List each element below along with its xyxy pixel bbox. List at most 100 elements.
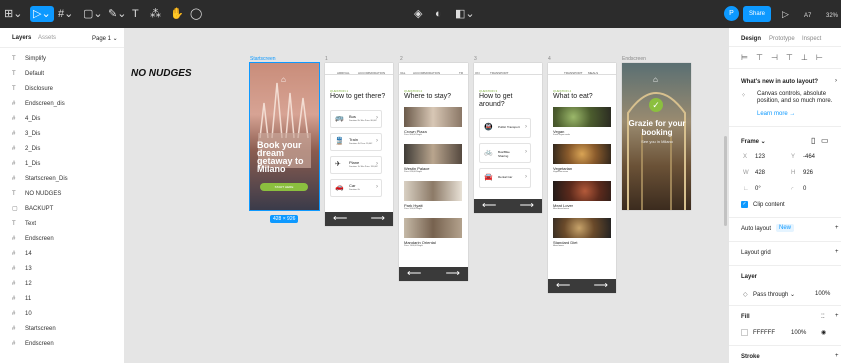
landscape-icon[interactable]: ▭: [821, 136, 829, 145]
tab-design[interactable]: Design: [741, 36, 761, 42]
component-icon[interactable]: ◈: [414, 7, 422, 21]
tab-prototype[interactable]: Prototype: [769, 36, 795, 42]
back-arrow-icon[interactable]: ⟵: [482, 199, 496, 213]
frame-label-2[interactable]: 2: [400, 56, 403, 62]
auto-layout-title[interactable]: Auto layout: [741, 226, 771, 232]
frame-label-1[interactable]: 1: [325, 56, 328, 62]
layer-row[interactable]: T Text: [0, 218, 125, 230]
present-icon[interactable]: ▷: [782, 7, 789, 21]
mask-icon[interactable]: ◐: [435, 7, 442, 21]
rotation-input[interactable]: 0°: [755, 186, 761, 192]
startscreen-frame[interactable]: ⌂ Book your dream getaway to Milano STAR…: [249, 62, 320, 211]
vertical-scrollbar[interactable]: [724, 136, 727, 226]
share-button[interactable]: Share: [743, 6, 771, 22]
x-input[interactable]: 123: [755, 154, 765, 160]
layout-grid-title[interactable]: Layout grid: [741, 250, 771, 256]
layer-row[interactable]: # Endscreen_dis: [0, 98, 125, 110]
option-bus[interactable]: 🚌 Bus Duration: 8h 30m Price: 86,00€ ›: [330, 110, 382, 128]
layer-row[interactable]: #12: [0, 278, 125, 290]
option-plane[interactable]: ✈ Plane Duration: 1h 30m Price: 120,00€ …: [330, 156, 382, 174]
option-car[interactable]: 🚗 Car Duration: 6h ›: [330, 179, 382, 197]
frame-label-startscreen[interactable]: Startscreen: [250, 56, 276, 62]
frame-label-4[interactable]: 4: [548, 56, 551, 62]
avatar[interactable]: P: [724, 6, 739, 21]
rectangle-tool-icon[interactable]: ▢⌄: [83, 7, 103, 21]
clip-content-checkbox[interactable]: ✓: [741, 201, 748, 208]
components-icon[interactable]: ⁂: [150, 7, 161, 21]
tab-assets[interactable]: Assets: [38, 35, 56, 41]
width-input[interactable]: 428: [755, 170, 765, 176]
frame-label-3[interactable]: 3: [474, 56, 477, 62]
layer-row[interactable]: # Endscreen: [0, 338, 125, 350]
layer-row[interactable]: T Disclosure: [0, 83, 125, 95]
next-arrow-icon[interactable]: ⟶: [594, 279, 608, 293]
pen-tool-icon[interactable]: ✎⌄: [108, 7, 126, 21]
option-public-transport[interactable]: 🚇 Public Transport ›: [479, 118, 531, 138]
add-auto-layout-icon[interactable]: +: [835, 225, 839, 231]
layer-row[interactable]: #2_Dis: [0, 143, 125, 155]
y-input[interactable]: -464: [803, 154, 815, 160]
fill-opacity-input[interactable]: 100%: [791, 330, 806, 336]
eye-icon[interactable]: ◉: [821, 329, 826, 336]
screen-3-frame[interactable]: ON TRANSPORT QUESTION 3 How to get aroun…: [474, 63, 542, 213]
layer-row[interactable]: #1_Dis: [0, 158, 125, 170]
layer-row[interactable]: ▢ BACKUPT: [0, 203, 125, 215]
next-arrow-icon[interactable]: ⟶: [446, 267, 460, 281]
boolean-icon[interactable]: ◧⌄: [455, 7, 475, 21]
next-arrow-icon[interactable]: ⟶: [520, 199, 534, 213]
layer-row[interactable]: # Startscreen: [0, 323, 125, 335]
back-arrow-icon[interactable]: ⟵: [407, 267, 421, 281]
layer-row[interactable]: T Simplify: [0, 53, 125, 65]
layer-row[interactable]: #14: [0, 248, 125, 260]
layer-row[interactable]: T NO NUDGES: [0, 188, 125, 200]
layer-row[interactable]: # Startscreen_Dis: [0, 173, 125, 185]
option-rental-car[interactable]: 🚘 Rental Car ›: [479, 168, 531, 188]
add-fill-icon[interactable]: +: [835, 313, 839, 319]
endscreen-frame[interactable]: ⌂ ✓ Grazie for your booking See you in M…: [622, 63, 691, 210]
fill-hex-input[interactable]: FFFFFF: [753, 330, 775, 336]
option-bike-sharing[interactable]: 🚲 Bus/Bike Sharing ›: [479, 143, 531, 163]
frame-tool-icon[interactable]: #⌄: [58, 7, 73, 21]
learn-more-link[interactable]: Learn more →: [757, 111, 795, 117]
start-here-button[interactable]: START HERE: [260, 183, 308, 191]
portrait-icon[interactable]: ▯: [811, 136, 815, 145]
screen-2-frame[interactable]: VAL ACCOMMODATION TR QUESTION 2 Where to…: [399, 63, 468, 281]
styles-icon[interactable]: ⁚⁚: [821, 313, 825, 320]
zoom-level[interactable]: 32%: [826, 9, 838, 23]
add-grid-icon[interactable]: +: [835, 249, 839, 255]
font-indicator[interactable]: A7: [804, 9, 811, 23]
layer-row[interactable]: #11: [0, 293, 125, 305]
whats-new-title[interactable]: What's new in auto layout?: [741, 79, 818, 85]
back-arrow-icon[interactable]: ⟵: [333, 212, 347, 226]
alignment-icons[interactable]: ⊨⊤⊣⊤⊥⊢: [741, 53, 831, 62]
move-tool-icon[interactable]: ▷⌄: [30, 6, 54, 22]
tab-inspect[interactable]: Inspect: [802, 36, 821, 42]
blend-mode-select[interactable]: Pass through ⌄: [753, 291, 795, 298]
screen-4-frame[interactable]: TRANSPORT MEALS QUESTION 4 What to eat? …: [548, 63, 616, 293]
next-arrow-icon[interactable]: ⟶: [371, 212, 385, 226]
add-stroke-icon[interactable]: +: [835, 353, 839, 359]
page-selector[interactable]: Page 1 ⌄: [92, 35, 118, 42]
layer-row[interactable]: #13: [0, 263, 125, 275]
layer-row[interactable]: #3_Dis: [0, 128, 125, 140]
close-icon[interactable]: ›: [835, 78, 837, 84]
hand-tool-icon[interactable]: ✋: [170, 7, 184, 21]
layer-opacity[interactable]: 100%: [815, 291, 830, 297]
layer-row[interactable]: # Endscreen: [0, 233, 125, 245]
canvas[interactable]: NO NUDGES Startscreen 1 2 3 4 Endscreen …: [125, 28, 728, 363]
back-arrow-icon[interactable]: ⟵: [556, 279, 570, 293]
frame-label-endscreen[interactable]: Endscreen: [622, 56, 646, 62]
layer-row[interactable]: #4_Dis: [0, 113, 125, 125]
corner-radius-input[interactable]: 0: [803, 186, 806, 192]
layer-row[interactable]: T Default: [0, 68, 125, 80]
comment-tool-icon[interactable]: ◯: [190, 7, 202, 21]
height-input[interactable]: 926: [803, 170, 813, 176]
fill-swatch[interactable]: [741, 329, 748, 336]
option-train[interactable]: 🚆 Train Duration: 4h Price: 99,00€ ›: [330, 133, 382, 151]
text-tool-icon[interactable]: T: [132, 7, 139, 21]
layer-row[interactable]: #10: [0, 308, 125, 320]
frame-section-title[interactable]: Frame ⌄: [741, 138, 766, 145]
main-menu-icon[interactable]: ⊞⌄: [4, 7, 22, 21]
screen-1-frame[interactable]: ARRIVAL ACCOMMODATION QUESTION 1 How to …: [325, 63, 393, 226]
tab-layers[interactable]: Layers: [12, 35, 31, 41]
